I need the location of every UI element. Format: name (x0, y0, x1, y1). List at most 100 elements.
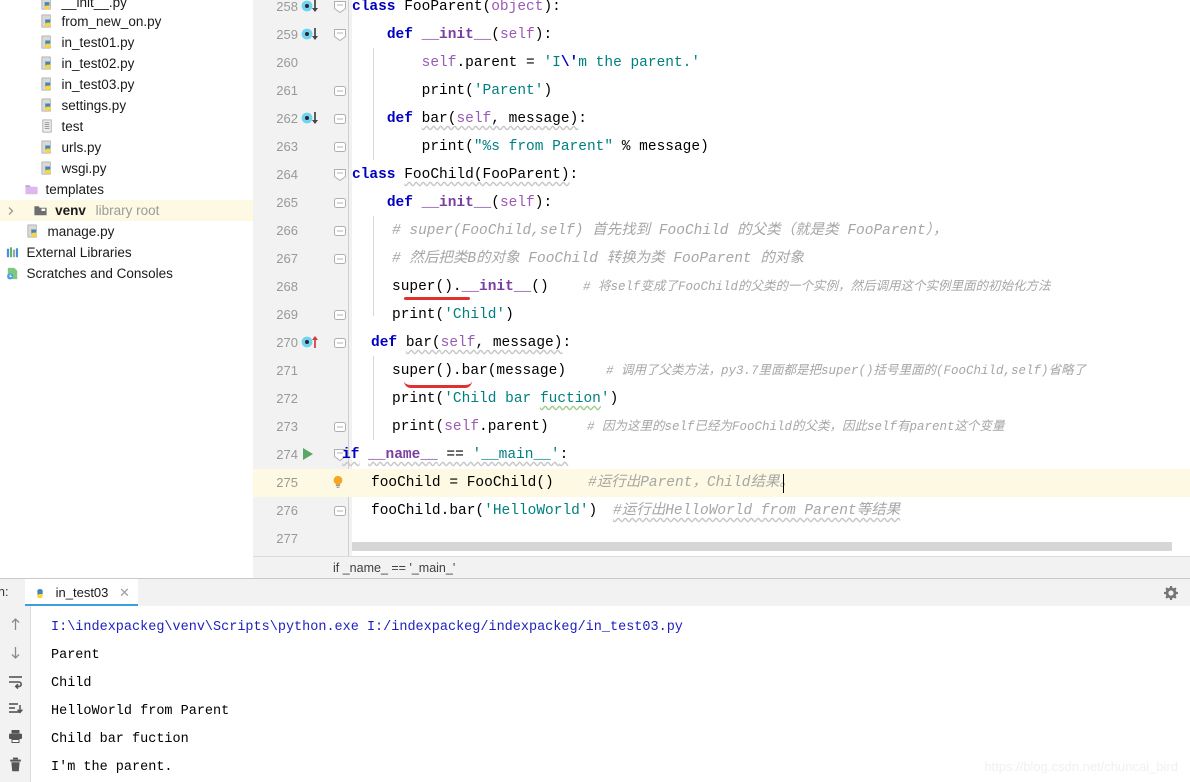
code-text: print(self.parent) (392, 419, 549, 435)
tree-item-scratches-and-consoles[interactable]: Scratches and Consoles (0, 263, 253, 284)
fold-collapse-icon[interactable] (333, 196, 347, 210)
implemented-marker-down-icon[interactable] (301, 109, 327, 129)
libraries-icon (5, 245, 20, 260)
code-line-261[interactable]: 261 print('Parent') (253, 77, 1190, 105)
tree-item-label: Scratches and Consoles (26, 266, 173, 281)
python-file-icon (40, 140, 55, 155)
code-text: class FooParent(object): (352, 0, 561, 15)
tree-item-label: in_test02.py (61, 56, 135, 71)
implemented-marker-down-icon[interactable] (301, 0, 327, 17)
code-text: fooChild.bar('HelloWorld') (371, 503, 598, 519)
tree-item-in-test01-py[interactable]: in_test01.py (0, 32, 253, 53)
code-line-263[interactable]: 263 print("%s from Parent" % message) (253, 133, 1190, 161)
code-line-269[interactable]: 269 print('Child') (253, 301, 1190, 329)
tree-item-settings-py[interactable]: settings.py (0, 95, 253, 116)
scratches-icon (5, 266, 20, 281)
fold-collapse-icon[interactable] (333, 504, 347, 518)
tree-item-label: manage.py (47, 224, 115, 239)
tree-item-templates[interactable]: templates (0, 179, 253, 200)
fold-open-top-icon[interactable] (333, 0, 347, 14)
tree-item-in-test03-py[interactable]: in_test03.py (0, 74, 253, 95)
fold-collapse-icon[interactable] (333, 224, 347, 238)
intention-bulb-icon[interactable] (331, 474, 357, 494)
tree-item-badge: library root (95, 203, 160, 218)
fold-collapse-icon[interactable] (333, 420, 347, 434)
run-console-panel[interactable]: n: in_test03 ✕ I:\indexpackeg\venv\Scrip… (0, 578, 1190, 782)
down-arrow-icon[interactable] (7, 644, 24, 661)
code-text: fooChild = FooChild() (371, 475, 554, 491)
close-icon[interactable]: ✕ (119, 579, 130, 606)
fold-collapse-icon[interactable] (333, 84, 347, 98)
code-line-262[interactable]: 262 def bar(self, message): (253, 105, 1190, 133)
line-number: 259 (276, 27, 298, 42)
code-line-268[interactable]: 268 super().__init__() # 将self变成了FooChil… (253, 273, 1190, 301)
code-text: print("%s from Parent" % message) (352, 139, 709, 155)
code-line-271[interactable]: 271 super().bar(message) # 调用了父类方法，py3.7… (253, 357, 1190, 388)
tree-item-venv[interactable]: venv library root (0, 200, 253, 221)
run-arrow-icon[interactable] (298, 445, 324, 465)
editor-hscrollbar-thumb[interactable] (352, 542, 1172, 551)
soft-wrap-icon[interactable] (7, 672, 24, 690)
scroll-to-end-icon[interactable] (7, 700, 24, 717)
chevron-right-icon[interactable] (6, 206, 16, 216)
tree-item-label: External Libraries (26, 245, 132, 260)
tree-item-label: templates (45, 182, 105, 197)
overrides-marker-up-icon[interactable] (301, 333, 327, 353)
tree-item-external-libraries[interactable]: External Libraries (0, 242, 253, 263)
code-line-267[interactable]: 267 # 然后把类B的对象 FooChild 转换为类 FooParent 的… (253, 245, 1190, 273)
fold-collapse-icon[interactable] (333, 252, 347, 266)
print-icon[interactable] (7, 728, 24, 745)
code-line-276[interactable]: 276 fooChild.bar('HelloWorld') #运行出Hello… (253, 497, 1190, 525)
tree-item-test[interactable]: test (0, 116, 253, 137)
fold-collapse-icon[interactable] (333, 112, 347, 126)
implemented-marker-down-icon[interactable] (301, 25, 327, 45)
tree-item-from-new-on-py[interactable]: from_new_on.py (0, 11, 253, 32)
tree-item-label: venv (55, 203, 86, 218)
tree-item-manage-py[interactable]: manage.py (0, 221, 253, 242)
code-line-260[interactable]: 260 self.parent = 'I\'m the parent.' (253, 49, 1190, 77)
tree-item-in-test02-py[interactable]: in_test02.py (0, 53, 253, 74)
project-tree-panel[interactable]: __init__.py from_new_on.py in_test01.py … (0, 0, 253, 578)
code-line-274[interactable]: 274 if __name__ == '__main__': (253, 441, 1190, 469)
line-number: 265 (276, 195, 298, 210)
line-number: 258 (276, 0, 298, 14)
code-editor[interactable]: 258 class FooParent(object): 259 def __i… (253, 0, 1190, 578)
tree-item-label: test (61, 119, 84, 134)
gear-icon[interactable] (1163, 585, 1179, 601)
breadcrumb[interactable]: if _name_ == '_main_' (253, 556, 1190, 578)
line-number: 262 (276, 111, 298, 126)
trash-icon[interactable] (7, 756, 24, 773)
code-line-270[interactable]: 270 def bar(self, message): (253, 329, 1190, 357)
line-number: 276 (276, 503, 298, 518)
line-number: 267 (276, 251, 298, 266)
fold-collapse-icon[interactable] (333, 140, 347, 154)
code-line-266[interactable]: 266 # super(FooChild,self) 首先找到 FooChild… (253, 217, 1190, 245)
console-line: Parent (51, 648, 100, 663)
tree-item-urls-py[interactable]: urls.py (0, 137, 253, 158)
fold-open-top-icon[interactable] (333, 28, 347, 42)
code-line-259[interactable]: 259 def __init__(self): (253, 21, 1190, 49)
code-line-265[interactable]: 265 def __init__(self): (253, 189, 1190, 217)
fold-collapse-icon[interactable] (333, 308, 347, 322)
code-comment: # 因为这里的self已经为FooChild的父类，因此self有parent这… (587, 420, 1005, 434)
code-line-258[interactable]: 258 class FooParent(object): (253, 0, 1190, 21)
code-line-275[interactable]: 275 fooChild = FooChild() #运行出Parent，Chi… (253, 469, 1190, 497)
console-output[interactable]: I:\indexpackeg\venv\Scripts\python.exe I… (31, 606, 1190, 782)
up-arrow-icon[interactable] (7, 616, 24, 633)
console-toolbar[interactable] (0, 606, 31, 782)
python-file-icon (40, 161, 55, 176)
line-number: 272 (276, 391, 298, 406)
code-text: if __name__ == '__main__': (342, 447, 569, 463)
python-file-icon (40, 14, 55, 29)
tree-item-wsgi-py[interactable]: wsgi.py (0, 158, 253, 179)
fold-open-top-icon[interactable] (333, 168, 347, 182)
code-comment: # 然后把类B的对象 FooChild 转换为类 FooParent 的对象 (392, 251, 804, 267)
console-tab-in-test03[interactable]: in_test03 ✕ (25, 579, 138, 606)
code-line-272[interactable]: 272 print('Child bar fuction') (253, 385, 1190, 413)
code-line-273[interactable]: 273 print(self.parent) # 因为这里的self已经为Foo… (253, 413, 1190, 441)
line-number: 261 (276, 83, 298, 98)
code-comment: # 将self变成了FooChild的父类的一个实例，然后调用这个实例里面的初始… (583, 280, 1051, 294)
code-line-264[interactable]: 264 class FooChild(FooParent): (253, 161, 1190, 189)
line-number: 274 (276, 447, 298, 462)
fold-collapse-icon[interactable] (333, 336, 347, 350)
